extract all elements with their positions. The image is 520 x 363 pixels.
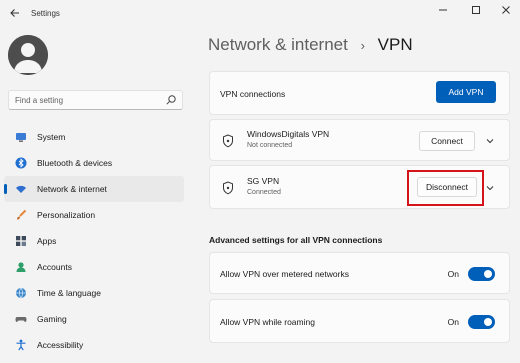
vpn-name: WindowsDigitals VPN — [247, 129, 330, 139]
metered-networks-toggle[interactable] — [468, 267, 495, 281]
user-avatar-icon — [8, 35, 48, 75]
wifi-icon — [14, 182, 28, 196]
apps-icon — [14, 234, 28, 248]
monitor-icon — [14, 130, 28, 144]
back-button[interactable] — [8, 7, 22, 21]
toggle-knob — [484, 318, 492, 326]
search-icon[interactable] — [165, 94, 177, 106]
controller-icon — [14, 312, 28, 326]
highlight-annotation — [407, 170, 484, 206]
sidebar-item-accessibility[interactable]: Accessibility — [4, 332, 184, 358]
sidebar-item-apps[interactable]: Apps — [4, 228, 184, 254]
search-box — [8, 90, 183, 110]
sidebar-item-label: System — [37, 132, 66, 142]
minimize-button[interactable] — [433, 4, 453, 20]
add-vpn-button[interactable]: Add VPN — [436, 81, 496, 103]
accessibility-icon — [14, 338, 28, 352]
maximize-button[interactable] — [466, 4, 486, 20]
app-title: Settings — [31, 9, 60, 18]
sidebar-item-label: Bluetooth & devices — [37, 158, 113, 168]
sidebar-item-label: Gaming — [37, 314, 67, 324]
maximize-icon — [472, 6, 480, 14]
vpn-status: Not connected — [247, 142, 293, 149]
vpn-connections-label: VPN connections — [220, 89, 286, 99]
sidebar-item-label: Time & language — [37, 288, 101, 298]
sidebar-item-bluetooth-devices[interactable]: Bluetooth & devices — [4, 150, 184, 176]
breadcrumb: Network & internet › VPN — [208, 35, 413, 55]
sidebar-item-label: Apps — [37, 236, 57, 246]
sidebar-nav: System Bluetooth & devices Network & int… — [4, 124, 184, 358]
sidebar-item-gaming[interactable]: Gaming — [4, 306, 184, 332]
chevron-down-icon[interactable] — [485, 183, 495, 193]
setting-label: Allow VPN while roaming — [220, 317, 315, 327]
roaming-toggle[interactable] — [468, 315, 495, 329]
chevron-down-icon[interactable] — [485, 136, 495, 146]
advanced-settings-heading: Advanced settings for all VPN connection… — [209, 235, 383, 245]
person-icon — [14, 260, 28, 274]
minimize-icon — [439, 9, 447, 11]
sidebar-item-system[interactable]: System — [4, 124, 184, 150]
sidebar-item-network-internet[interactable]: Network & internet — [4, 176, 184, 202]
close-icon — [502, 6, 510, 14]
toggle-knob — [484, 270, 492, 278]
vpn-connections-card: VPN connections Add VPN — [209, 71, 510, 115]
connect-button[interactable]: Connect — [419, 131, 475, 151]
shield-icon — [223, 134, 233, 148]
toggle-state-label: On — [447, 317, 459, 327]
setting-roaming: Allow VPN while roaming On — [209, 299, 510, 343]
close-button[interactable] — [496, 4, 516, 20]
sidebar-item-label: Personalization — [37, 210, 96, 220]
bluetooth-icon — [14, 156, 28, 170]
breadcrumb-parent[interactable]: Network & internet — [208, 35, 348, 54]
sidebar-item-personalization[interactable]: Personalization — [4, 202, 184, 228]
title-bar: Settings — [0, 0, 520, 28]
avatar[interactable] — [8, 35, 48, 75]
vpn-status: Connected — [247, 189, 281, 196]
sidebar-item-label: Accessibility — [37, 340, 84, 350]
sidebar-item-label: Accounts — [37, 262, 72, 272]
vpn-name: SG VPN — [247, 176, 280, 186]
toggle-state-label: On — [447, 269, 459, 279]
setting-metered-networks: Allow VPN over metered networks On — [209, 252, 510, 294]
globe-icon — [14, 286, 28, 300]
sidebar-item-accounts[interactable]: Accounts — [4, 254, 184, 280]
brush-icon — [14, 208, 28, 222]
arrow-left-icon — [10, 9, 19, 17]
page-title: VPN — [377, 35, 413, 54]
sidebar-item-time-language[interactable]: Time & language — [4, 280, 184, 306]
breadcrumb-separator: › — [360, 38, 365, 53]
search-input[interactable] — [15, 93, 165, 107]
shield-icon — [223, 181, 233, 195]
sidebar-item-label: Network & internet — [37, 184, 107, 194]
setting-label: Allow VPN over metered networks — [220, 269, 349, 279]
vpn-item-windowsdigitals[interactable]: WindowsDigitals VPN Not connected Connec… — [209, 119, 510, 161]
